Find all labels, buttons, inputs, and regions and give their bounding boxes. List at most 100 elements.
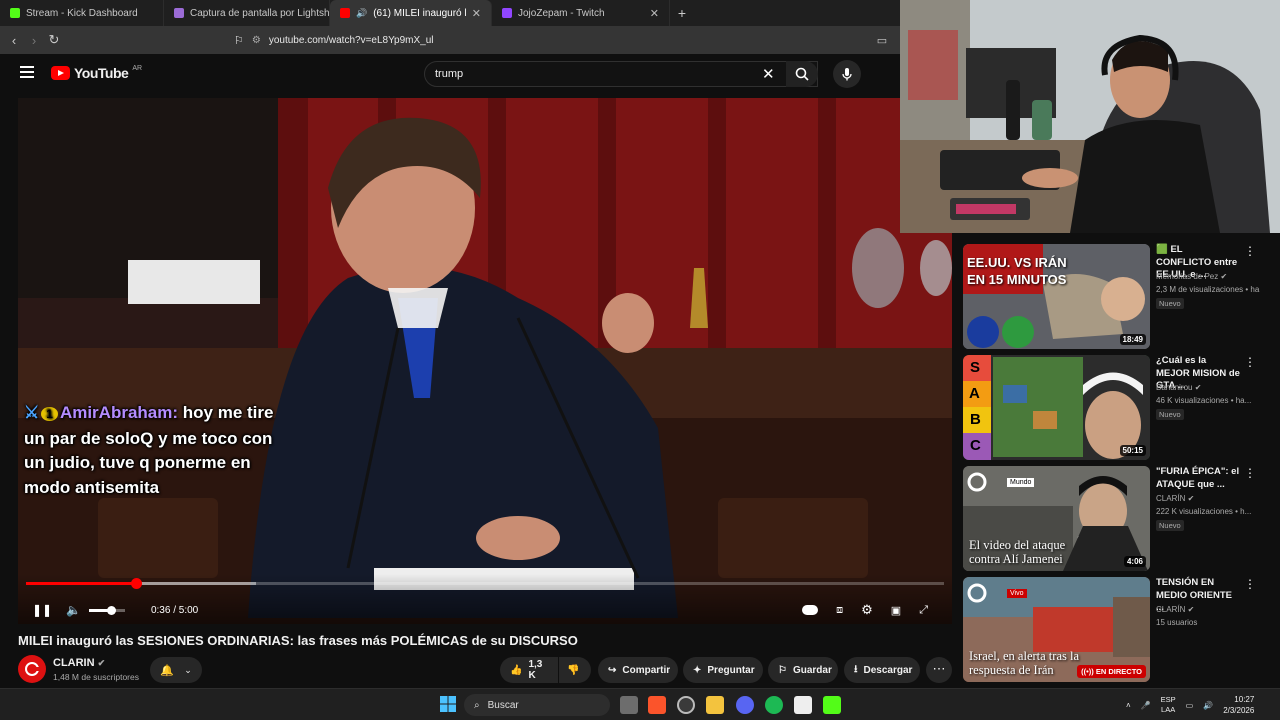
discord-icon[interactable] bbox=[736, 696, 754, 714]
clock-date: 2/3/2026 bbox=[1223, 706, 1255, 715]
subtitles-icon[interactable]: ⧈ bbox=[836, 604, 843, 617]
download-button[interactable]: ⭳ Descargar bbox=[844, 657, 920, 683]
youtube-logo[interactable]: YouTube AR bbox=[51, 65, 142, 81]
search-value: trump bbox=[435, 68, 464, 80]
ask-button[interactable]: ✦ Preguntar bbox=[683, 657, 763, 683]
chevron-up-icon[interactable]: ˄ bbox=[1126, 701, 1131, 710]
tab-lightshot[interactable]: Captura de pantalla por Lightshot bbox=[164, 0, 330, 26]
kebab-menu-icon[interactable]: ⋮ bbox=[1244, 244, 1256, 258]
video-player[interactable]: ⚔ 1 AmirAbraham: hoy me tire un par de sol… bbox=[18, 98, 952, 624]
rec-channel[interactable]: CLARÍN ✔ bbox=[1156, 605, 1194, 614]
kick-icon bbox=[10, 8, 20, 18]
rec-thumbnail[interactable]: Vivo Israel, en alerta tras la respuesta… bbox=[963, 577, 1150, 682]
kebab-menu-icon[interactable]: ⋮ bbox=[1244, 355, 1256, 369]
rec-thumbnail[interactable]: S A B C 50:15 bbox=[963, 355, 1150, 460]
tab-label: Stream - Kick Dashboard bbox=[26, 7, 138, 19]
rec-channel[interactable]: Memorias de Pez ✔ bbox=[1156, 272, 1227, 281]
autoplay-toggle[interactable] bbox=[802, 605, 819, 615]
search-button[interactable] bbox=[786, 61, 818, 87]
rec-item[interactable]: Vivo Israel, en alerta tras la respuesta… bbox=[963, 577, 1273, 684]
kebab-menu-icon[interactable]: ⋮ bbox=[1244, 466, 1256, 480]
speaker-icon: 🔊 bbox=[356, 7, 368, 18]
rec-channel[interactable]: Bananirou ✔ bbox=[1156, 383, 1201, 392]
capcut-icon[interactable] bbox=[794, 696, 812, 714]
new-badge: Nuevo bbox=[1156, 298, 1184, 309]
channel-name-text: CLARIN bbox=[53, 657, 95, 669]
close-tab-icon[interactable]: ✕ bbox=[472, 7, 481, 20]
tab-twitch[interactable]: JojoZepam - Twitch ✕ bbox=[492, 0, 670, 26]
clear-search-icon[interactable]: ✕ bbox=[762, 65, 775, 83]
task-view-icon[interactable] bbox=[620, 696, 638, 714]
bookmark-icon[interactable]: ⚐ bbox=[234, 34, 244, 47]
rec-channel[interactable]: CLARÍN ✔ bbox=[1156, 494, 1194, 503]
webcam-overlay bbox=[900, 0, 1280, 233]
feather-icon bbox=[174, 8, 184, 18]
verified-icon: ✔ bbox=[1220, 272, 1228, 281]
tier-letter: A bbox=[969, 385, 980, 402]
miniplayer-icon[interactable]: ▣ bbox=[891, 604, 901, 617]
taskbar-search[interactable]: ⌕ Buscar bbox=[464, 694, 610, 716]
close-tab-icon[interactable]: ✕ bbox=[650, 7, 659, 20]
reload-icon[interactable]: ↻ bbox=[44, 32, 64, 48]
rec-thumbnail[interactable]: EE.UU. VS IRÁN EN 15 MINUTOS 18:49 bbox=[963, 244, 1150, 349]
verified-icon: ✔ bbox=[1187, 605, 1195, 614]
rec-item[interactable]: Mundo El video del ataque contra Alí Jam… bbox=[963, 466, 1273, 573]
thumbnail-text: El video del ataque contra Alí Jamenei bbox=[969, 538, 1066, 566]
clock-time: 10:27 bbox=[1234, 695, 1255, 704]
settings-icon[interactable]: ⚙ bbox=[861, 602, 873, 618]
url-field[interactable]: ⚐ ⚙ youtube.com/watch?v=eL8Yp9mX_ul bbox=[234, 34, 433, 47]
progress-scrubber[interactable] bbox=[131, 578, 143, 589]
rec-item[interactable]: S A B C 50:15 ¿Cuál es la MEJOR MISION d… bbox=[963, 355, 1273, 462]
save-button[interactable]: ⚐ Guardar bbox=[768, 657, 838, 683]
share-button[interactable]: ↪ Compartir bbox=[598, 657, 678, 683]
rec-item[interactable]: EE.UU. VS IRÁN EN 15 MINUTOS 18:49 🟩 EL … bbox=[963, 244, 1273, 351]
channel-avatar[interactable] bbox=[18, 655, 46, 683]
tab-youtube-active[interactable]: 🔊 (61) MILEI inauguró las SESIO ✕ bbox=[330, 0, 492, 26]
back-icon[interactable]: ‹ bbox=[4, 33, 24, 48]
kebab-menu-icon[interactable]: ⋮ bbox=[1244, 577, 1256, 591]
kick-icon[interactable] bbox=[823, 696, 841, 714]
volume-icon[interactable]: 🔈 bbox=[66, 603, 81, 617]
bookmark-icon: ⚐ bbox=[778, 664, 787, 676]
folder-icon[interactable] bbox=[706, 696, 724, 714]
rec-title[interactable]: "FURIA ÉPICA": el ATAQUE que ... bbox=[1156, 466, 1240, 491]
scrollbar[interactable] bbox=[1270, 236, 1278, 684]
site-info-icon[interactable]: ⚙ bbox=[252, 35, 261, 46]
verified-icon: ✔ bbox=[1187, 494, 1195, 503]
volume-knob[interactable] bbox=[106, 605, 116, 615]
system-tray: ˄ 🎤 ESP LAA ▭ 🔊 10:27 2/3/2026 bbox=[1126, 693, 1254, 717]
progress-bar[interactable] bbox=[26, 578, 944, 589]
notifications-button[interactable]: 🔔 ⌄ bbox=[150, 657, 202, 683]
language-indicator[interactable]: ESP LAA bbox=[1161, 695, 1176, 715]
microphone-icon[interactable]: 🎤 bbox=[1141, 701, 1151, 710]
volume-slider[interactable] bbox=[88, 605, 125, 615]
tab-label: (61) MILEI inauguró las SESIO bbox=[373, 7, 466, 19]
search-input[interactable]: trump bbox=[424, 61, 818, 87]
dislike-button[interactable]: 👎 bbox=[559, 657, 591, 683]
progress-played bbox=[26, 582, 137, 585]
browser-tab-bar: Stream - Kick Dashboard Captura de panta… bbox=[0, 0, 900, 26]
voice-search-button[interactable] bbox=[833, 60, 861, 88]
menu-icon[interactable] bbox=[20, 66, 34, 78]
chat-username: AmirAbraham: bbox=[59, 403, 179, 422]
webcam-frame bbox=[900, 0, 1280, 233]
fullscreen-icon[interactable]: ⤢ bbox=[919, 604, 928, 617]
pause-icon[interactable]: ❚❚ bbox=[32, 603, 58, 617]
clock[interactable]: 10:27 2/3/2026 bbox=[1223, 694, 1254, 716]
like-button[interactable]: 👍 1,3 K bbox=[500, 657, 558, 683]
network-icon[interactable]: ▭ bbox=[1186, 701, 1194, 710]
speaker-icon[interactable]: 🔊 bbox=[1203, 701, 1213, 710]
obs-icon[interactable] bbox=[677, 696, 695, 714]
new-tab-button[interactable]: + bbox=[670, 5, 694, 21]
rec-channel-text: Bananirou bbox=[1156, 383, 1193, 392]
cast-icon[interactable]: ▭ bbox=[872, 34, 892, 47]
brave-browser-icon[interactable] bbox=[648, 696, 666, 714]
spotify-icon[interactable] bbox=[765, 696, 783, 714]
tab-kick-dashboard[interactable]: Stream - Kick Dashboard bbox=[0, 0, 164, 26]
save-label: Guardar bbox=[792, 664, 832, 676]
rec-thumbnail[interactable]: Mundo El video del ataque contra Alí Jam… bbox=[963, 466, 1150, 571]
forward-icon[interactable]: › bbox=[24, 33, 44, 48]
channel-name[interactable]: CLARIN ✔ bbox=[53, 657, 105, 669]
windows-start-icon[interactable] bbox=[440, 696, 456, 712]
more-actions-icon[interactable]: ⋯ bbox=[926, 657, 952, 683]
